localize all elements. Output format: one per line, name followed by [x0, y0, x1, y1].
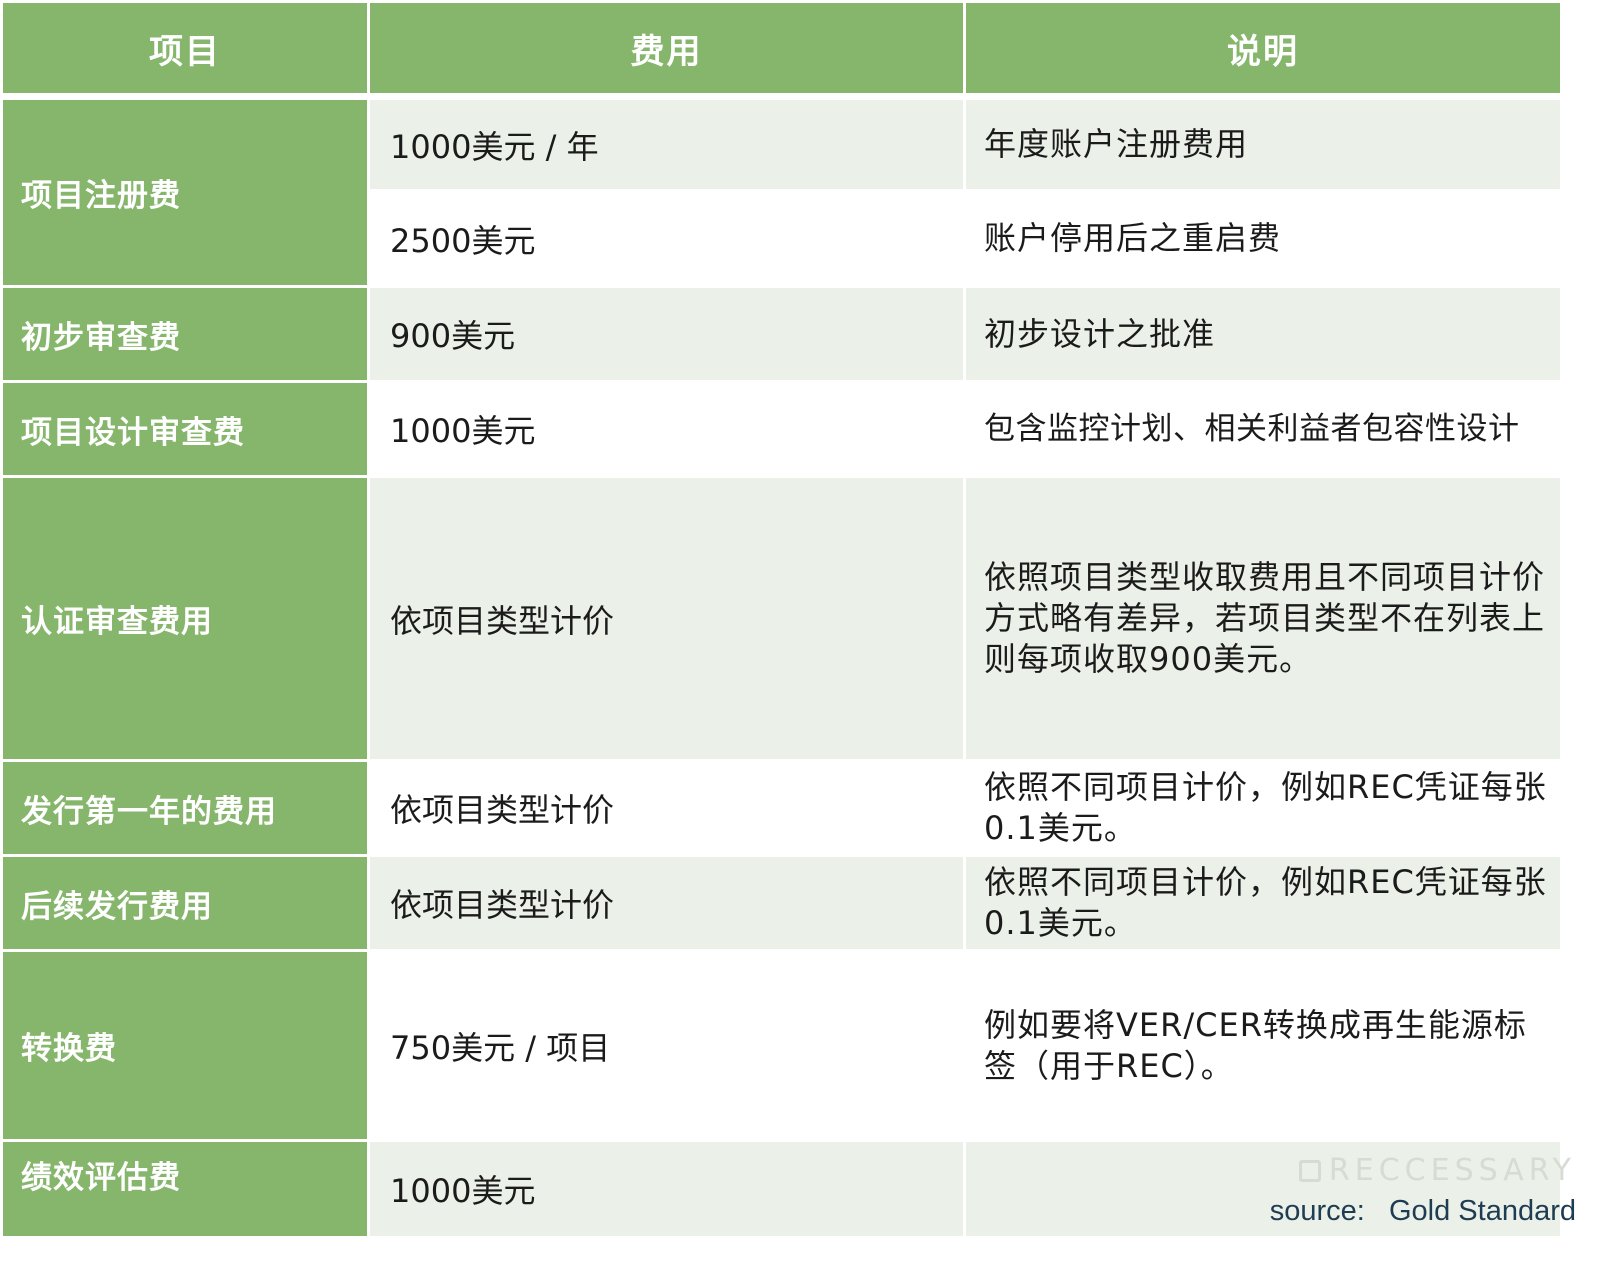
header-fee: 费用 — [370, 3, 963, 93]
row-fee-certification: 依项目类型计价 — [370, 478, 963, 759]
row-desc-certification: 依照项目类型收取费用且不同项目计价 方式略有差异，若项目类型不在列表上 则每项收… — [966, 478, 1560, 759]
desc-line: 例如要将VER/CER转换成再生能源标 — [984, 1005, 1527, 1044]
row-desc-conversion: 例如要将VER/CER转换成再生能源标 签（用于REC）。 — [966, 952, 1560, 1139]
row-item-registration: 项目注册费 — [3, 100, 367, 285]
desc-line: 依照不同项目计价，例如REC凭证每张 — [984, 768, 1547, 806]
row-item-certification: 认证审查费用 — [3, 478, 367, 759]
row-item-design-review: 项目设计审查费 — [3, 383, 367, 475]
row-desc-first-issuance: 依照不同项目计价，例如REC凭证每张 0.1美元。 — [966, 762, 1560, 854]
row-fee-first-issuance: 依项目类型计价 — [370, 762, 963, 854]
desc-line: 依照不同项目计价，例如REC凭证每张 — [984, 863, 1547, 901]
desc-line: 则每项收取900美元。 — [984, 640, 1313, 678]
desc-line: 依照项目类型收取费用且不同项目计价 — [984, 558, 1546, 596]
row-item-conversion: 转换费 — [3, 952, 367, 1139]
row-item-first-issuance: 发行第一年的费用 — [3, 762, 367, 854]
brand-text: RECCESSARY — [1328, 1153, 1576, 1188]
brand-watermark: RECCESSARY — [1298, 1153, 1576, 1188]
header-item: 项目 — [3, 3, 367, 93]
row-fee-conversion: 750美元 / 项目 — [370, 952, 963, 1139]
row-fee-subsequent-issuance: 依项目类型计价 — [370, 857, 963, 949]
row-desc-reactivation: 账户停用后之重启费 — [966, 192, 1560, 285]
row-desc-design-review: 包含监控计划、相关利益者包容性设计 — [966, 383, 1560, 475]
source-credit: source: Gold Standard — [1269, 1195, 1576, 1227]
logo-icon — [1298, 1160, 1321, 1182]
row-fee-preliminary: 900美元 — [370, 288, 963, 380]
desc-line: 方式略有差异，若项目类型不在列表上 — [984, 599, 1546, 637]
row-desc-preliminary: 初步设计之批准 — [966, 288, 1560, 380]
row-item-subsequent-issuance: 后续发行费用 — [3, 857, 367, 949]
row-item-preliminary: 初步审查费 — [3, 288, 367, 380]
row-item-performance: 绩效评估费 — [3, 1142, 367, 1236]
desc-line: 签（用于REC）。 — [984, 1046, 1234, 1085]
row-fee-performance: 1000美元 — [370, 1142, 963, 1236]
row-fee-registration: 1000美元 / 年 — [370, 100, 963, 189]
row-desc-registration: 年度账户注册费用 — [966, 100, 1560, 189]
desc-line: 0.1美元。 — [984, 809, 1137, 847]
desc-line: 0.1美元。 — [984, 904, 1137, 942]
row-fee-reactivation: 2500美元 — [370, 192, 963, 285]
row-desc-subsequent-issuance: 依照不同项目计价，例如REC凭证每张 0.1美元。 — [966, 857, 1560, 949]
row-fee-design-review: 1000美元 — [370, 383, 963, 475]
header-desc: 说明 — [966, 3, 1560, 93]
fee-table: 项目 费用 说明 项目注册费 1000美元 / 年 年度账户注册费用 2500美… — [0, 0, 1600, 1274]
